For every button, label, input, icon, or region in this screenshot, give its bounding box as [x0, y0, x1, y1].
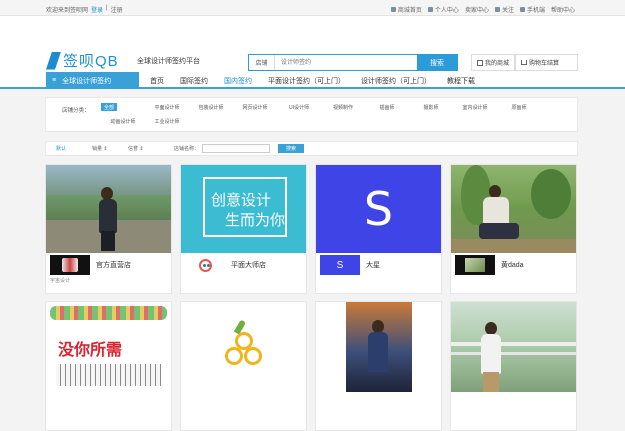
- filter-option[interactable]: 包装设计师: [189, 103, 233, 111]
- shop-cover-image: [181, 302, 306, 392]
- shop-name[interactable]: 大星: [366, 260, 380, 270]
- nav-designer-signing[interactable]: 设计师签约（可上门）: [361, 76, 431, 86]
- shop-card[interactable]: [315, 301, 442, 431]
- shop-subtitle: 宇宙设计: [50, 278, 71, 284]
- register-link[interactable]: 注册: [111, 5, 123, 14]
- s-logo-icon: S: [336, 259, 344, 271]
- shop-meta: 平面大师店: [181, 253, 306, 277]
- logo-text: 签呗QB: [63, 53, 119, 70]
- seller-center-link[interactable]: 卖家中心: [465, 5, 489, 14]
- filter-option[interactable]: UI设计师: [277, 103, 321, 111]
- nav-tutorials[interactable]: 教程下载: [447, 76, 475, 86]
- shop-cover-image: 创意设计 生而为你: [181, 165, 306, 253]
- shop-cover-image: 没你所需: [46, 302, 171, 392]
- filter-option[interactable]: 网页设计师: [233, 103, 277, 111]
- shop-name[interactable]: 黄dada: [501, 260, 524, 270]
- search-input[interactable]: [275, 55, 417, 70]
- shop-logo-thumb: S: [320, 255, 360, 275]
- cart-icon: [521, 60, 527, 65]
- star-icon: [494, 7, 500, 12]
- shop-name[interactable]: 平面大师店: [231, 260, 266, 270]
- shop-meta: 黄dada: [451, 253, 576, 277]
- shop-cover-image: [46, 165, 171, 253]
- shop-name-label: 店铺名称：: [174, 146, 200, 152]
- shop-meta: 官方直营店: [46, 253, 171, 277]
- personal-center-link[interactable]: 个人中心: [427, 5, 459, 14]
- shop-cover-image: [451, 302, 576, 392]
- shop-card[interactable]: 创意设计 生而为你 平面大师店: [180, 164, 307, 294]
- logo-mark-icon: [46, 51, 61, 70]
- s-logo-icon: S: [363, 182, 394, 236]
- user-icon: [427, 7, 433, 12]
- filter-option[interactable]: 插画师: [365, 103, 409, 111]
- welcome-text: 欢迎来到签呗网: [46, 8, 89, 14]
- shop-search-button[interactable]: 搜索: [278, 144, 305, 153]
- home-icon: [390, 7, 396, 12]
- sort-sales[interactable]: 销量 ⇕: [92, 145, 118, 152]
- robot-avatar-icon: [185, 255, 225, 275]
- filter-option[interactable]: 平面设计师: [145, 103, 189, 111]
- shop-name-input[interactable]: [202, 144, 271, 153]
- shop-card[interactable]: 黄dada: [450, 164, 577, 294]
- cover-slogan: 创意设计: [211, 192, 272, 209]
- nav-home[interactable]: 首页: [150, 76, 164, 86]
- shop-logo-thumb: [455, 255, 495, 275]
- login-link[interactable]: 登录: [91, 5, 103, 14]
- shop-card[interactable]: 没你所需: [45, 301, 172, 431]
- filter-option[interactable]: 室内设计师: [453, 103, 497, 111]
- top-bar: 欢迎来到签呗网 登录 | 注册 商城首页 个人中心 卖家中心 关注 手机端 帮助…: [0, 0, 625, 16]
- filter-label: 店铺分类：: [62, 108, 90, 114]
- shop-cover-image: [316, 302, 441, 392]
- search-box: 店铺 搜索: [248, 54, 458, 71]
- sort-default[interactable]: 默认: [56, 145, 82, 152]
- mall-home-link[interactable]: 商城首页: [390, 5, 422, 14]
- mobile-link[interactable]: 手机端: [519, 5, 545, 14]
- mall-icon: [477, 59, 483, 66]
- shop-card[interactable]: 官方直营店 宇宙设计: [45, 164, 172, 294]
- cart-button[interactable]: 购物车结算: [515, 54, 578, 71]
- header: 签呗QB 全球设计师签约平台 店铺 搜索 我的商城 购物车结算: [0, 16, 625, 72]
- filter-option[interactable]: 全部: [101, 103, 117, 111]
- all-categories-button[interactable]: ≡ 全球设计师签约: [46, 72, 139, 89]
- nav-graphic-design[interactable]: 平面设计签约（可上门）: [268, 76, 345, 86]
- filter-option[interactable]: 工业设计师: [145, 117, 189, 125]
- logo[interactable]: 签呗QB: [46, 50, 119, 71]
- shop-card[interactable]: S S 大星: [315, 164, 442, 294]
- main-nav: ≡ 全球设计师签约 首页 国际签约 国内签约 平面设计签约（可上门） 设计师签约…: [0, 72, 625, 89]
- search-scope-select[interactable]: 店铺: [249, 55, 275, 70]
- cover-slogan: 生而为你: [225, 212, 286, 229]
- nav-international[interactable]: 国际签约: [180, 76, 208, 86]
- my-mall-button[interactable]: 我的商城: [471, 54, 515, 71]
- phone-icon: [519, 7, 525, 12]
- filter-option[interactable]: 视频制作: [321, 103, 365, 111]
- sort-arrow-icon: ⇕: [139, 146, 144, 152]
- filter-option[interactable]: 动画设计师: [101, 117, 145, 125]
- search-button[interactable]: 搜索: [417, 55, 457, 70]
- shop-card[interactable]: [180, 301, 307, 431]
- category-filter: 店铺分类： 全部 平面设计师 包装设计师 网页设计师 UI设计师 视频制作 插画…: [45, 97, 578, 132]
- shop-name[interactable]: 官方直营店: [96, 260, 131, 270]
- filter-option[interactable]: 原画师: [497, 103, 541, 111]
- shop-logo-thumb: [50, 255, 90, 275]
- sort-credit[interactable]: 信誉 ⇕: [128, 145, 154, 152]
- help-center-link[interactable]: 帮助中心: [551, 5, 575, 14]
- sort-arrow-icon: ⇕: [103, 146, 108, 152]
- shop-cover-image: S: [316, 165, 441, 253]
- menu-icon: ≡: [52, 77, 57, 84]
- sort-bar: 默认 销量 ⇕ 信誉 ⇕ 店铺名称： 搜索: [45, 141, 578, 156]
- nav-domestic[interactable]: 国内签约: [224, 76, 252, 86]
- separator: |: [106, 5, 108, 11]
- tagline: 全球设计师签约平台: [137, 58, 200, 65]
- follow-link[interactable]: 关注: [494, 5, 514, 14]
- cover-slogan: 没你所需: [58, 342, 123, 359]
- filter-option[interactable]: 摄影师: [409, 103, 453, 111]
- shop-cover-image: [451, 165, 576, 253]
- shop-meta: S 大星: [316, 253, 441, 277]
- shop-card[interactable]: [450, 301, 577, 431]
